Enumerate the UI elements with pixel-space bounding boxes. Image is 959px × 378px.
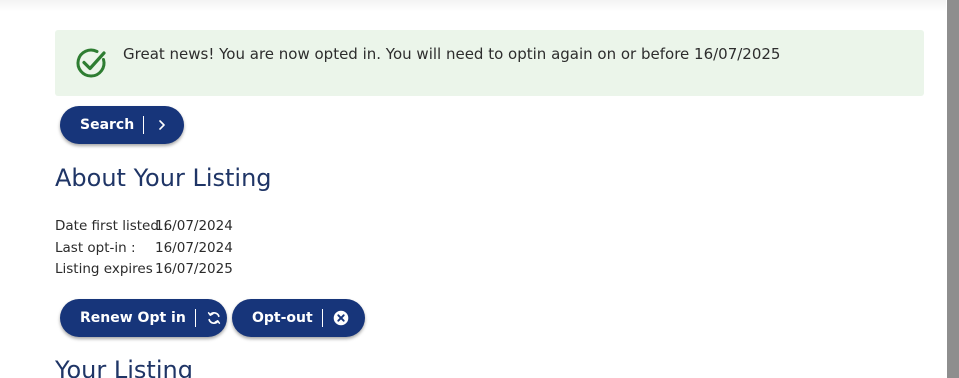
top-border — [0, 0, 946, 12]
about-listing-heading: About Your Listing — [55, 164, 272, 192]
detail-value: 16/07/2024 — [155, 239, 233, 256]
detail-row-last-opt-in: Last opt-in : 16/07/2024 — [55, 238, 233, 260]
refresh-icon — [206, 310, 222, 326]
listing-details: Date first listed : 16/07/2024 Last opt-… — [55, 216, 233, 281]
detail-value: 16/07/2024 — [155, 218, 233, 234]
detail-label: Listing expires : — [55, 261, 162, 277]
button-divider — [194, 309, 196, 327]
success-alert: Great news! You are now opted in. You wi… — [55, 30, 924, 96]
detail-label: Date first listed : — [55, 218, 168, 234]
check-circle-icon — [73, 45, 109, 81]
renew-opt-in-button[interactable]: Renew Opt in — [60, 299, 227, 337]
detail-value: 16/07/2025 — [155, 261, 233, 277]
opt-out-button-label: Opt-out — [252, 310, 313, 326]
close-circle-icon — [333, 310, 349, 326]
detail-row-expires: Listing expires : 16/07/2025 — [55, 259, 233, 281]
opt-out-button[interactable]: Opt-out — [232, 299, 365, 337]
search-button-label: Search — [80, 117, 135, 133]
detail-label: Last opt-in : — [55, 239, 136, 256]
scrollbar[interactable] — [947, 0, 959, 378]
search-button[interactable]: Search — [60, 106, 184, 144]
renew-button-label: Renew Opt in — [80, 310, 186, 326]
page: Great news! You are now opted in. You wi… — [0, 0, 959, 378]
chevron-right-icon — [154, 117, 170, 133]
button-divider — [321, 309, 323, 327]
your-listing-heading: Your Listing — [55, 356, 193, 378]
detail-row-first-listed: Date first listed : 16/07/2024 — [55, 216, 233, 238]
alert-message: Great news! You are now opted in. You wi… — [123, 45, 781, 63]
button-divider — [143, 116, 145, 134]
